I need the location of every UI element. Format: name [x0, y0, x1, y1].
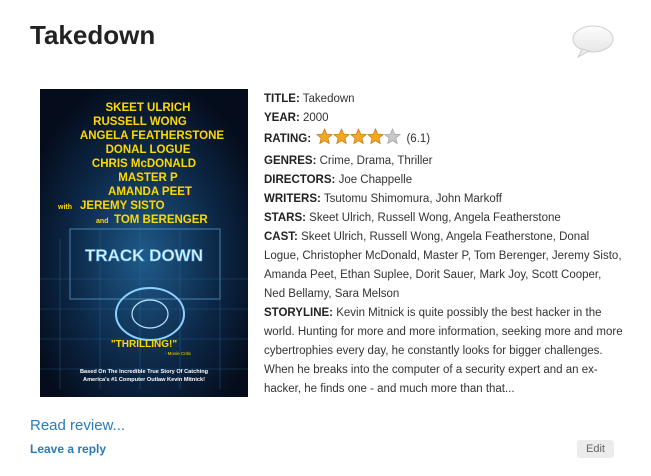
star-filled-icon — [367, 127, 385, 145]
poster-movie-title: TRACK DOWN — [85, 246, 203, 265]
stars-label: STARS: — [264, 212, 306, 224]
title-value: Takedown — [302, 93, 355, 105]
star-filled-icon — [333, 127, 351, 145]
rating-value: (6.1) — [406, 133, 431, 145]
cast-label: CAST: — [264, 231, 298, 243]
movie-details: TITLE: Takedown YEAR: 2000 RATING: (6.1)… — [264, 90, 624, 399]
title-row: TITLE: Takedown — [264, 90, 624, 109]
star-filled-icon — [350, 127, 368, 145]
rating-stars — [316, 127, 402, 152]
title-label: TITLE: — [264, 93, 300, 105]
directors-value: Joe Chappelle — [338, 174, 413, 186]
star-empty-icon — [384, 127, 402, 145]
post-title: Takedown — [30, 20, 156, 50]
poster-quote-source: - Movie Critic — [165, 351, 192, 356]
writers-label: WRITERS: — [264, 193, 321, 205]
year-value: 2000 — [302, 112, 329, 124]
cast-value: Skeet Ulrich, Russell Wong, Angela Feath… — [264, 231, 622, 300]
edit-button[interactable]: Edit — [577, 440, 614, 458]
poster-cast-5: CHRIS McDONALD — [92, 158, 196, 170]
poster-tagline-2: America's #1 Computer Outlaw Kevin Mitni… — [83, 377, 205, 383]
poster-quote: "THRILLING!" — [111, 339, 177, 350]
poster-and-prefix: and — [96, 218, 108, 225]
rating-label: RATING: — [264, 133, 312, 145]
cast-row: CAST: Skeet Ulrich, Russell Wong, Angela… — [264, 228, 624, 304]
genres-value: Crime, Drama, Thriller — [319, 155, 433, 167]
storyline-value: Kevin Mitnick is quite possibly the best… — [264, 307, 623, 395]
writers-value: Tsutomu Shimomura, John Markoff — [323, 193, 502, 205]
poster-cast-7: AMANDA PEET — [108, 186, 192, 198]
stars-row: STARS: Skeet Ulrich, Russell Wong, Angel… — [264, 209, 624, 228]
poster-with-name: JEREMY SISTO — [80, 200, 165, 212]
poster-with-prefix: with — [57, 204, 72, 211]
leave-reply-link[interactable]: Leave a reply — [30, 442, 106, 456]
star-filled-icon — [316, 127, 334, 145]
storyline-row: STORYLINE: Kevin Mitnick is quite possib… — [264, 304, 624, 399]
storyline-label: STORYLINE: — [264, 307, 334, 319]
poster-cast-4: DONAL LOGUE — [106, 144, 191, 156]
genres-row: GENRES: Crime, Drama, Thriller — [264, 152, 624, 171]
read-review-link[interactable]: Read review... — [30, 417, 125, 434]
poster-and-name: TOM BERENGER — [114, 214, 208, 226]
movie-poster: SKEET ULRICH RUSSELL WONG ANGELA FEATHER… — [40, 89, 248, 397]
writers-row: WRITERS: Tsutomu Shimomura, John Markoff — [264, 190, 624, 209]
directors-row: DIRECTORS: Joe Chappelle — [264, 171, 624, 190]
poster-cast-1: SKEET ULRICH — [106, 102, 191, 114]
poster-cast-6: MASTER P — [118, 172, 178, 184]
poster-tagline-1: Based On The Incredible True Story Of Ca… — [80, 369, 209, 375]
rating-row: RATING: (6.1) — [264, 127, 624, 152]
genres-label: GENRES: — [264, 155, 317, 167]
speech-bubble-icon[interactable] — [571, 24, 615, 60]
stars-value: Skeet Ulrich, Russell Wong, Angela Feath… — [309, 212, 561, 224]
year-row: YEAR: 2000 — [264, 109, 624, 128]
poster-cast-3: ANGELA FEATHERSTONE — [80, 130, 225, 142]
directors-label: DIRECTORS: — [264, 174, 336, 186]
year-label: YEAR: — [264, 112, 300, 124]
poster-cast-2: RUSSELL WONG — [93, 116, 187, 128]
